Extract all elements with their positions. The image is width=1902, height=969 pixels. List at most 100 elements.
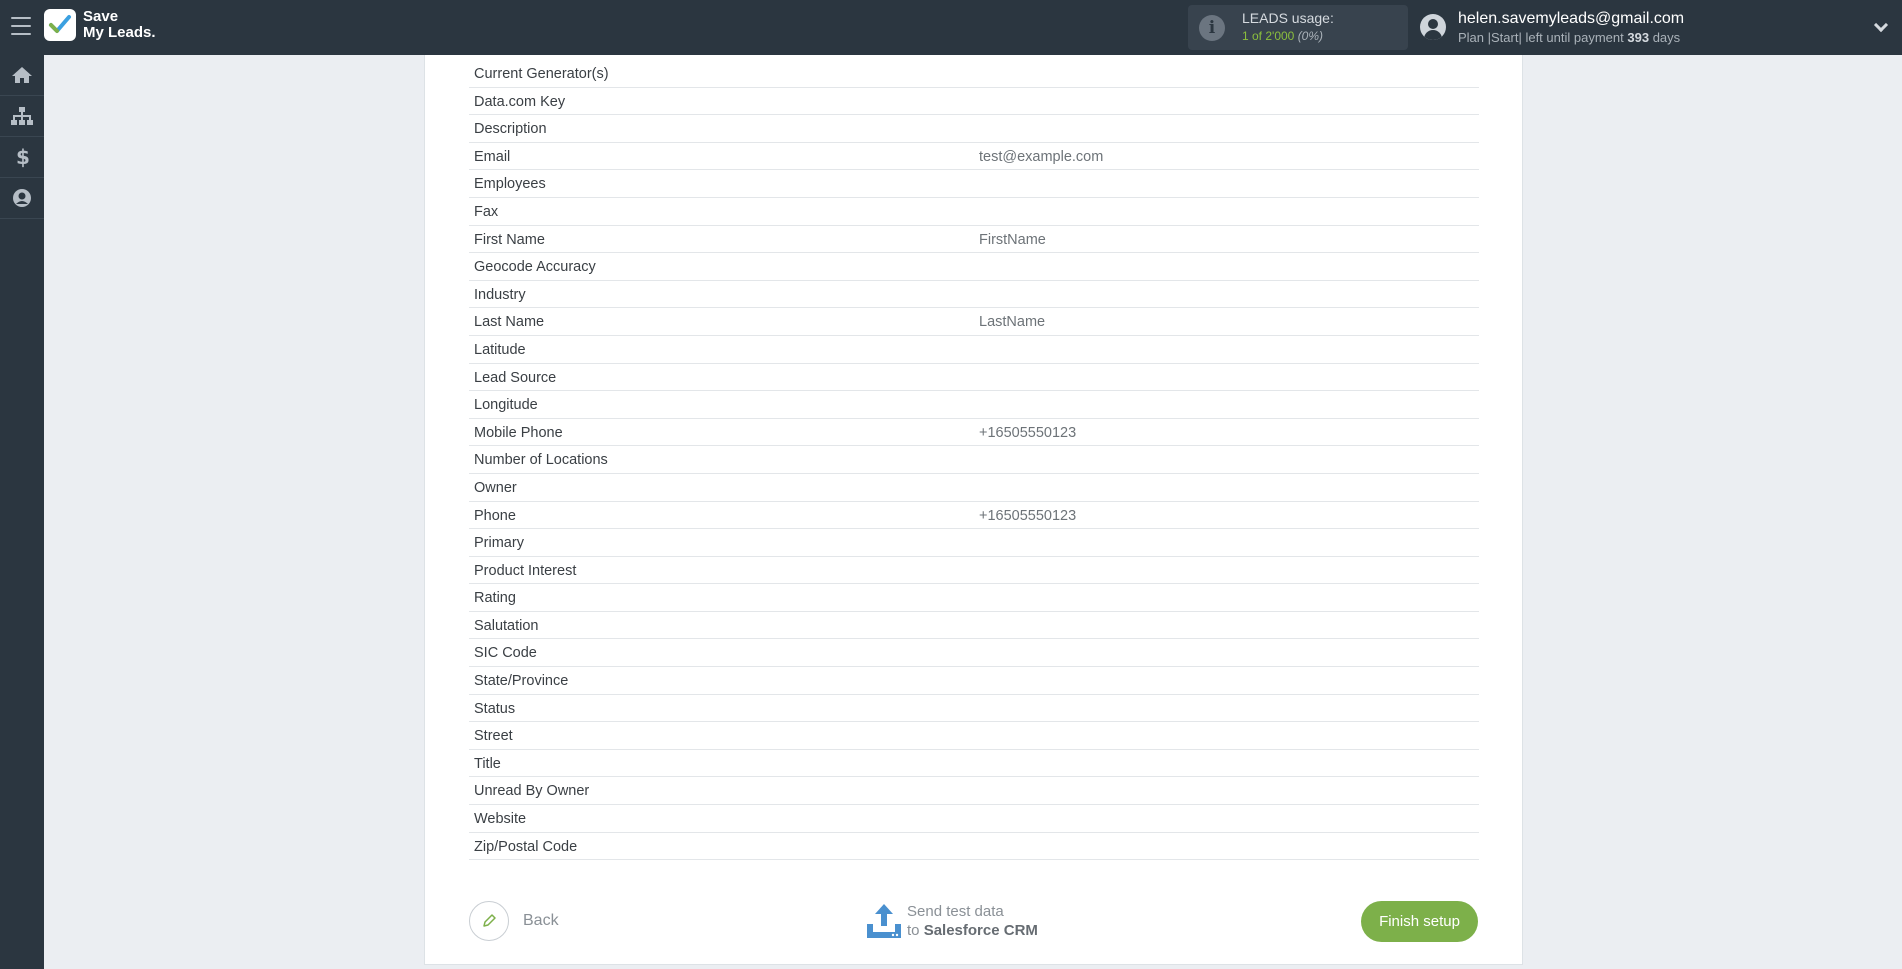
field-name: First Name (474, 231, 545, 248)
field-row: Last Name LastName (469, 308, 1479, 336)
field-name: Status (474, 700, 516, 717)
field-row: Industry (469, 281, 1479, 309)
usage-count: 1 of 2'000 (0%) (1242, 29, 1323, 43)
plan-suffix: days (1652, 30, 1681, 45)
sidebar: $ (0, 55, 44, 969)
field-value: LastName (979, 314, 1046, 331)
field-row: Zip/Postal Code (469, 833, 1479, 861)
field-row: Street (469, 722, 1479, 750)
user-circle-icon (13, 189, 31, 207)
field-name: Number of Locations (474, 452, 608, 469)
finish-setup-button[interactable]: Finish setup (1361, 901, 1478, 942)
logo-icon[interactable] (44, 9, 76, 41)
field-value: test@example.com (979, 148, 1104, 165)
field-mapping-card: Current Generator(s) Data.com Key Descript… (424, 55, 1523, 965)
field-name: Owner (474, 479, 517, 496)
field-name: Last Name (474, 314, 545, 331)
home-icon (12, 67, 32, 83)
leads-usage-panel: i LEADS usage: 1 of 2'000 (0%) (1188, 5, 1408, 50)
dollar-icon: $ (16, 146, 29, 168)
svg-text:$: $ (16, 146, 29, 168)
card-footer: Back Send test data to Salesforce CRM Fi… (425, 898, 1524, 948)
field-name: Mobile Phone (474, 424, 563, 441)
menu-icon[interactable] (11, 17, 31, 35)
avatar[interactable] (1420, 14, 1446, 40)
usage-percent: (0%) (1297, 29, 1324, 43)
field-name: Lead Source (474, 369, 557, 386)
field-list: Current Generator(s) Data.com Key Descript… (469, 60, 1479, 861)
back-button[interactable]: Back (469, 901, 579, 941)
field-row: Longitude (469, 391, 1479, 419)
field-name: Description (474, 121, 547, 138)
field-name: Rating (474, 590, 516, 607)
send-line2: to Salesforce CRM (907, 922, 1038, 939)
field-name: SIC Code (474, 645, 537, 662)
send-line1: Send test data (907, 903, 1004, 920)
field-name: Website (474, 811, 527, 828)
info-icon: i (1199, 15, 1225, 41)
field-row: Salutation (469, 612, 1479, 640)
field-name: Data.com Key (474, 93, 566, 110)
field-row: State/Province (469, 667, 1479, 695)
plan-days: 393 (1627, 30, 1650, 45)
field-row: Email test@example.com (469, 143, 1479, 171)
field-name: Unread By Owner (474, 783, 590, 800)
field-name: Geocode Accuracy (474, 259, 596, 276)
field-row: Unread By Owner (469, 777, 1479, 806)
logo-line2: My Leads. (83, 24, 156, 41)
send-target: Salesforce CRM (923, 922, 1038, 939)
pencil-icon (469, 901, 509, 941)
field-name: Title (474, 755, 501, 772)
usage-count-value: 1 of 2'000 (1242, 29, 1295, 43)
field-row: Owner (469, 474, 1479, 502)
logo-line1: Save (83, 8, 119, 25)
user-email[interactable]: helen.savemyleads@gmail.com (1458, 10, 1684, 28)
field-row: Lead Source (469, 364, 1479, 392)
field-name: Phone (474, 507, 516, 524)
field-row: Latitude (469, 336, 1479, 364)
sidebar-item-billing[interactable]: $ (0, 137, 44, 178)
sidebar-item-home[interactable] (0, 55, 44, 96)
field-row: Geocode Accuracy (469, 253, 1479, 281)
send-test-data-button[interactable]: Send test data to Salesforce CRM (865, 898, 1065, 944)
field-row: Phone +16505550123 (469, 502, 1479, 530)
field-row: Current Generator(s) (469, 60, 1479, 88)
field-name: Street (474, 728, 513, 745)
chevron-down-icon[interactable] (1873, 17, 1889, 33)
field-row: Title (469, 750, 1479, 778)
field-name: Salutation (474, 617, 539, 634)
field-name: Fax (474, 203, 499, 220)
usage-title: LEADS usage: (1242, 10, 1334, 26)
field-value: FirstName (979, 231, 1046, 248)
field-name: Primary (474, 535, 524, 552)
field-name: Email (474, 148, 511, 165)
field-row: Fax (469, 198, 1479, 226)
field-row: Number of Locations (469, 446, 1479, 474)
field-name: Employees (474, 176, 546, 193)
field-row: Rating (469, 584, 1479, 612)
sitemap-icon (11, 107, 33, 125)
field-row: Status (469, 695, 1479, 723)
field-name: Zip/Postal Code (474, 838, 578, 855)
send-to: to (907, 922, 920, 939)
plan-prefix: Plan |Start| left until payment (1458, 30, 1624, 45)
logo-text[interactable]: Save My Leads. (83, 9, 156, 41)
field-row: SIC Code (469, 639, 1479, 668)
sidebar-item-account[interactable] (0, 178, 44, 219)
field-name: Current Generator(s) (474, 66, 609, 82)
field-row: Data.com Key (469, 88, 1479, 116)
field-row: Mobile Phone +16505550123 (469, 419, 1479, 447)
field-name: Longitude (474, 397, 538, 414)
upload-icon (867, 904, 901, 938)
field-name: State/Province (474, 673, 569, 690)
sidebar-item-connections[interactable] (0, 96, 44, 137)
top-bar: Save My Leads. i LEADS usage: 1 of 2'000… (0, 0, 1902, 55)
field-row: Description (469, 115, 1479, 143)
field-name: Product Interest (474, 562, 577, 579)
field-value: +16505550123 (979, 507, 1077, 524)
field-row: First Name FirstName (469, 226, 1479, 254)
field-row: Employees (469, 170, 1479, 198)
field-row: Website (469, 805, 1479, 833)
field-row: Product Interest (469, 557, 1479, 585)
field-value: +16505550123 (979, 424, 1077, 441)
